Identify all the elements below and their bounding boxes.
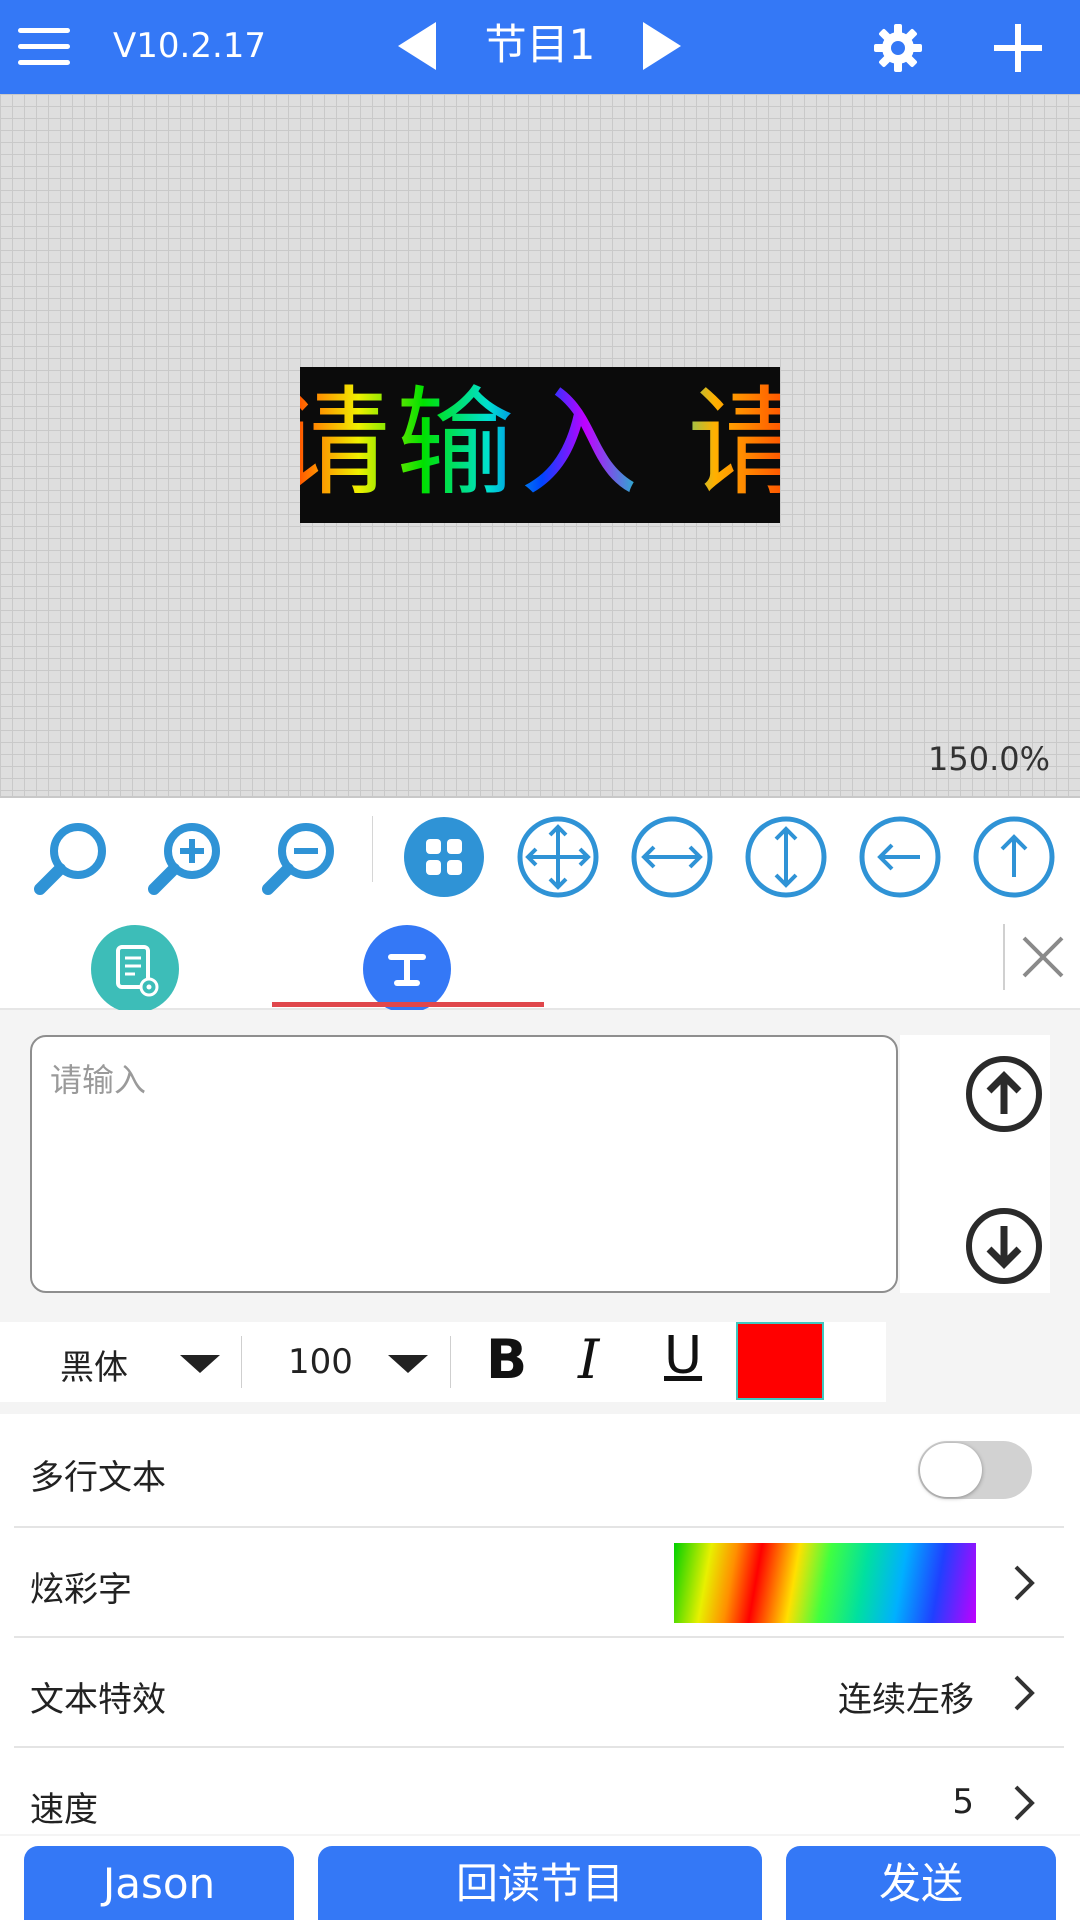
colorful-gradient-preview[interactable]: [674, 1543, 976, 1623]
underline-button[interactable]: U: [664, 1326, 702, 1386]
arrow-up-circle-icon: [966, 1056, 1042, 1132]
text-effect-label: 文本特效: [30, 1680, 166, 1720]
text-color-swatch[interactable]: [736, 1322, 824, 1400]
multiline-toggle[interactable]: [918, 1441, 1032, 1499]
tab-text-properties[interactable]: [363, 925, 451, 1013]
send-button[interactable]: 发送: [786, 1846, 1056, 1920]
close-divider: [1003, 924, 1005, 990]
fill-width-button[interactable]: [630, 815, 714, 899]
top-bar: V10.2.17 节目1: [0, 0, 1080, 94]
zoom-fit-icon: [34, 823, 106, 895]
grid-icon: [404, 817, 484, 897]
readback-program-button[interactable]: 回读节目: [318, 1846, 762, 1920]
move-all-icon: [517, 816, 599, 898]
align-grid-button[interactable]: [402, 815, 486, 899]
bold-button[interactable]: B: [486, 1328, 527, 1391]
prev-program-button[interactable]: [398, 22, 436, 70]
user-button[interactable]: Jason: [24, 1846, 294, 1920]
fill-screen-button[interactable]: [516, 815, 600, 899]
program-title: 节目1: [484, 20, 596, 69]
arrow-down-circle-icon: [966, 1208, 1042, 1284]
zoom-out-button[interactable]: [258, 815, 342, 899]
zoom-in-icon: [148, 823, 220, 895]
chevron-down-icon[interactable]: [180, 1355, 220, 1373]
font-family-select[interactable]: 黑体: [60, 1340, 128, 1389]
row-divider: [14, 1526, 1064, 1528]
led-preview-text: 请输入 请: [300, 373, 780, 513]
arrow-up-icon: [973, 816, 1055, 898]
colorful-text-label: 炫彩字: [30, 1570, 132, 1610]
zoom-in-button[interactable]: [144, 815, 228, 899]
zoom-out-icon: [262, 823, 334, 895]
property-tabs: [0, 904, 1080, 1013]
chevron-right-icon[interactable]: [1010, 1673, 1038, 1713]
format-divider: [241, 1336, 242, 1388]
fill-height-button[interactable]: [744, 815, 828, 899]
row-divider: [14, 1636, 1064, 1638]
move-up-button[interactable]: [962, 1052, 1046, 1136]
align-top-button[interactable]: [972, 815, 1056, 899]
chevron-down-icon[interactable]: [388, 1355, 428, 1373]
menu-icon[interactable]: [18, 28, 70, 66]
tab-program-properties[interactable]: [91, 925, 179, 1013]
version-label: V10.2.17: [113, 26, 267, 66]
close-panel-button[interactable]: [1018, 932, 1068, 982]
design-canvas[interactable]: 请输入 请 150.0%: [0, 94, 1080, 798]
next-program-button[interactable]: [643, 22, 681, 70]
move-down-button[interactable]: [962, 1204, 1046, 1288]
move-vertical-icon: [745, 816, 827, 898]
active-tab-indicator: [272, 1002, 544, 1007]
close-icon: [1022, 936, 1064, 978]
zoom-fit-button[interactable]: [30, 815, 114, 899]
italic-button[interactable]: I: [578, 1328, 599, 1391]
add-program-button[interactable]: [992, 22, 1044, 74]
chevron-right-icon[interactable]: [1010, 1783, 1038, 1823]
format-divider: [450, 1336, 451, 1388]
text-effect-value[interactable]: 连续左移: [838, 1672, 974, 1721]
text-icon: [388, 954, 426, 986]
canvas-toolbar: [0, 798, 1080, 905]
toggle-knob: [920, 1443, 982, 1497]
toolbar-divider: [372, 816, 373, 882]
multiline-label: 多行文本: [30, 1458, 166, 1498]
plus-icon: [994, 24, 1042, 72]
font-size-select[interactable]: 100: [288, 1342, 353, 1382]
arrow-left-icon: [859, 816, 941, 898]
chevron-right-icon[interactable]: [1010, 1563, 1038, 1603]
gear-icon[interactable]: [872, 22, 924, 74]
led-preview-area[interactable]: 请输入 请: [300, 367, 780, 523]
speed-label: 速度: [30, 1790, 98, 1830]
text-content-input[interactable]: [30, 1035, 898, 1293]
align-left-button[interactable]: [858, 815, 942, 899]
properties-icon: [116, 945, 159, 997]
speed-value[interactable]: 5: [952, 1782, 974, 1822]
move-horizontal-icon: [631, 816, 713, 898]
row-divider: [14, 1746, 1064, 1748]
zoom-level: 150.0%: [927, 740, 1050, 778]
